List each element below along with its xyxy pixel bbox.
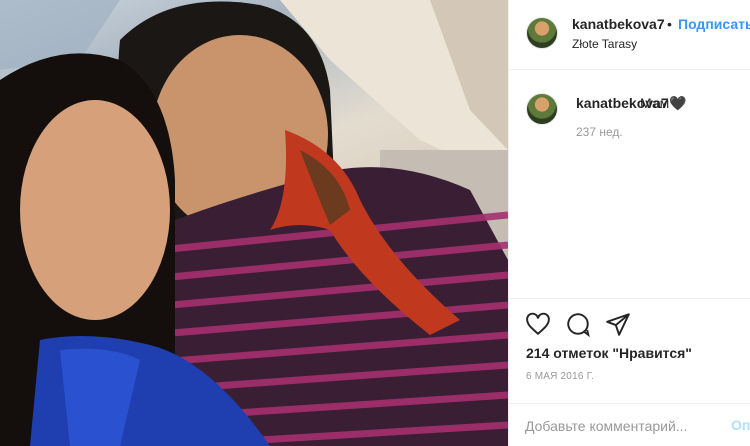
- comment-icon[interactable]: [565, 311, 591, 338]
- avatar[interactable]: [526, 17, 558, 49]
- comment-input[interactable]: [525, 414, 705, 438]
- separator-dot: •: [667, 16, 672, 32]
- heart-icon[interactable]: [525, 311, 551, 337]
- post-comment-button[interactable]: Оп: [731, 417, 750, 433]
- post-location[interactable]: Złote Tarasy: [572, 37, 637, 51]
- caption-comment: kanatbekova7 Мам🖤 237 нед.: [509, 70, 750, 298]
- post-actions: 214 отметок "Нравится" 6 МАЯ 2016 Г. Оп: [509, 298, 750, 446]
- post-header: kanatbekova7 • Подписаться Złote Tarasy: [509, 0, 750, 70]
- likes-count[interactable]: 214 отметок "Нравится": [526, 345, 692, 361]
- post-sidebar: kanatbekova7 • Подписаться Złote Tarasy …: [508, 0, 750, 446]
- share-icon[interactable]: [605, 311, 631, 337]
- caption-avatar[interactable]: [526, 93, 558, 125]
- follow-button[interactable]: Подписаться: [678, 16, 750, 32]
- photo-illustration: [0, 0, 508, 446]
- caption-text: Мам🖤: [640, 95, 687, 111]
- post-date[interactable]: 6 МАЯ 2016 Г.: [526, 371, 594, 382]
- caption-time[interactable]: 237 нед.: [576, 125, 623, 139]
- add-comment-bar: Оп: [509, 403, 750, 446]
- post-photo[interactable]: [0, 0, 508, 446]
- author-username[interactable]: kanatbekova7: [572, 16, 665, 32]
